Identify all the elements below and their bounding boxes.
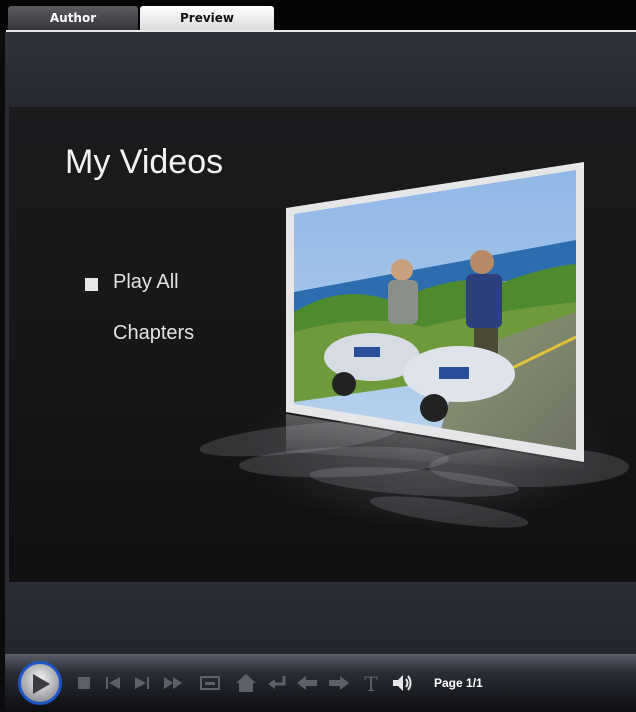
arrow-left-icon[interactable] <box>296 672 318 694</box>
volume-icon[interactable] <box>391 672 413 694</box>
previous-chapter-icon[interactable] <box>102 672 124 694</box>
stop-icon[interactable] <box>73 672 95 694</box>
menu-item-chapters[interactable]: Chapters <box>113 322 194 345</box>
svg-text:T: T <box>364 672 378 694</box>
next-chapter-icon[interactable] <box>131 672 153 694</box>
play-icon <box>33 674 50 694</box>
text-icon[interactable]: T <box>360 672 382 694</box>
return-icon[interactable] <box>266 672 288 694</box>
video-thumbnail[interactable] <box>284 162 584 472</box>
dvd-menu: My Videos Play All Chapters <box>9 107 636 582</box>
menu-item-play-all[interactable]: Play All <box>113 271 179 294</box>
tab-bar: Author Preview <box>0 0 636 32</box>
page-indicator: Page 1/1 <box>434 676 483 690</box>
arrow-right-icon[interactable] <box>328 672 350 694</box>
play-button[interactable] <box>18 661 62 705</box>
letterbox-top <box>5 32 636 107</box>
menu-title: My Videos <box>65 143 224 181</box>
tab-author[interactable]: Author <box>8 6 138 30</box>
selection-bullet-icon <box>85 278 98 291</box>
player-controls: T Page 1/1 <box>5 654 636 712</box>
tab-preview[interactable]: Preview <box>140 6 274 30</box>
letterbox-bottom <box>5 582 636 654</box>
subtitle-icon[interactable] <box>199 672 221 694</box>
fast-forward-icon[interactable] <box>162 672 184 694</box>
home-icon[interactable] <box>235 672 257 694</box>
preview-frame: My Videos Play All Chapters <box>5 32 636 654</box>
